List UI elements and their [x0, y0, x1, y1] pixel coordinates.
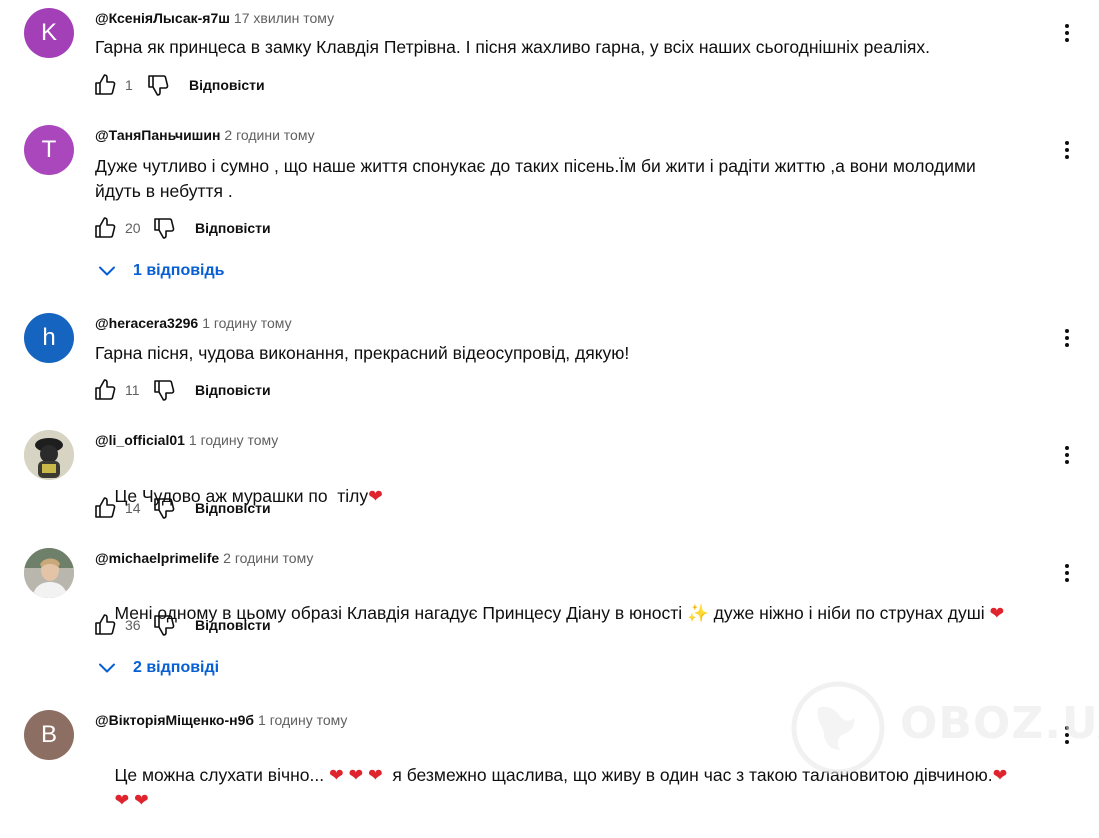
- avatar[interactable]: B: [24, 710, 74, 760]
- hearts-emoji: ❤ ❤: [114, 790, 149, 810]
- view-replies-button[interactable]: 2 відповіді: [95, 656, 219, 680]
- thumb-up-icon[interactable]: [92, 495, 118, 521]
- like-count: 1: [125, 77, 133, 93]
- comment-text-line-2: йдуть в небуття .: [95, 181, 233, 201]
- comment-text-part-2: дуже ніжно і ніби по струнах душі: [708, 603, 990, 623]
- timestamp[interactable]: 17 хвилин тому: [234, 10, 334, 26]
- timestamp[interactable]: 1 годину тому: [202, 315, 291, 331]
- comment-header: @li_official01 1 годину тому: [95, 432, 278, 448]
- author-name[interactable]: @heracera3296: [95, 315, 198, 331]
- comment-actions: 11 Відповісти: [92, 377, 271, 403]
- thumb-down-icon[interactable]: [151, 495, 177, 521]
- more-vert-icon[interactable]: [1055, 138, 1079, 162]
- view-replies-button[interactable]: 1 відповідь: [95, 259, 225, 283]
- comment-actions: 20 Відповісти: [92, 215, 271, 241]
- timestamp[interactable]: 1 годину тому: [258, 712, 347, 728]
- thumb-up-icon[interactable]: [92, 612, 118, 638]
- author-name[interactable]: @michaelprimelife: [95, 550, 219, 566]
- timestamp[interactable]: 2 години тому: [223, 550, 313, 566]
- heart-emoji: ❤: [992, 765, 1008, 785]
- comment-header: @КсеніяЛысак-я7ш 17 хвилин тому: [95, 10, 334, 26]
- like-count: 36: [125, 617, 141, 633]
- comment-text-part-2: я безмежно щаслива, що живу в один час з…: [382, 765, 993, 785]
- comment-header: @ВікторіяМіщенко-н9б 1 годину тому: [95, 712, 347, 728]
- like-count: 14: [125, 500, 141, 516]
- replies-count: 2 відповіді: [133, 659, 220, 676]
- comment-header: @ТаняПаньчишин 2 години тому: [95, 127, 315, 143]
- like-count: 20: [125, 220, 141, 236]
- more-vert-icon[interactable]: [1055, 443, 1079, 467]
- comment-actions: 14 Відповісти: [92, 495, 271, 521]
- avatar-image: [24, 548, 74, 598]
- comment-text-line-2: ❤ ❤: [95, 763, 149, 838]
- more-vert-icon[interactable]: [1055, 326, 1079, 350]
- reply-button[interactable]: Відповісти: [195, 220, 271, 236]
- author-name[interactable]: @li_official01: [95, 432, 185, 448]
- avatar-image: [24, 430, 74, 480]
- more-vert-icon[interactable]: [1055, 21, 1079, 45]
- reply-button[interactable]: Відповісти: [195, 382, 271, 398]
- timestamp[interactable]: 1 годину тому: [189, 432, 278, 448]
- author-name[interactable]: @ВікторіяМіщенко-н9б: [95, 712, 254, 728]
- avatar[interactable]: [24, 548, 74, 598]
- comment-actions: 36 Відповісти: [92, 612, 271, 638]
- thumb-down-icon[interactable]: [151, 612, 177, 638]
- replies-count: 1 відповідь: [133, 262, 225, 279]
- comment-text-line-1: Дуже чутливо і сумно , що наше життя спо…: [95, 156, 976, 176]
- thumb-down-icon[interactable]: [151, 377, 177, 403]
- thumb-up-icon[interactable]: [92, 215, 118, 241]
- avatar[interactable]: [24, 430, 74, 480]
- avatar[interactable]: T: [24, 125, 74, 175]
- comment-text: Гарна пісня, чудова виконання, прекрасни…: [95, 343, 630, 363]
- thumb-down-icon[interactable]: [151, 215, 177, 241]
- more-vert-icon[interactable]: [1055, 561, 1079, 585]
- comment-header: @michaelprimelife 2 години тому: [95, 550, 313, 566]
- chevron-down-icon: [95, 656, 119, 680]
- avatar[interactable]: h: [24, 313, 74, 363]
- reply-button[interactable]: Відповісти: [195, 617, 271, 633]
- heart-emoji: ❤: [368, 486, 383, 506]
- author-name[interactable]: @КсеніяЛысак-я7ш: [95, 10, 230, 26]
- heart-emoji: ❤: [989, 603, 1005, 623]
- comment-text-line-1: Це можна слухати вічно... ❤ ❤ ❤ я безмеж…: [95, 738, 1007, 813]
- comment-actions: 1 Відповісти: [92, 72, 265, 98]
- thumb-down-icon[interactable]: [145, 72, 171, 98]
- like-count: 11: [125, 382, 140, 398]
- reply-button[interactable]: Відповісти: [189, 77, 265, 93]
- thumb-up-icon[interactable]: [92, 377, 118, 403]
- comment-text: Гарна як принцеса в замку Клавдія Петрів…: [95, 37, 931, 57]
- sparkles-emoji: ✨: [687, 603, 709, 623]
- thumb-up-icon[interactable]: [92, 72, 118, 98]
- comment-header: @heracera3296 1 годину тому: [95, 315, 292, 331]
- hearts-emoji: ❤ ❤ ❤: [328, 765, 383, 785]
- author-name[interactable]: @ТаняПаньчишин: [95, 127, 220, 143]
- timestamp[interactable]: 2 години тому: [224, 127, 314, 143]
- chevron-down-icon: [95, 259, 119, 283]
- avatar[interactable]: K: [24, 8, 74, 58]
- reply-button[interactable]: Відповісти: [195, 500, 271, 516]
- more-vert-icon[interactable]: [1055, 723, 1079, 747]
